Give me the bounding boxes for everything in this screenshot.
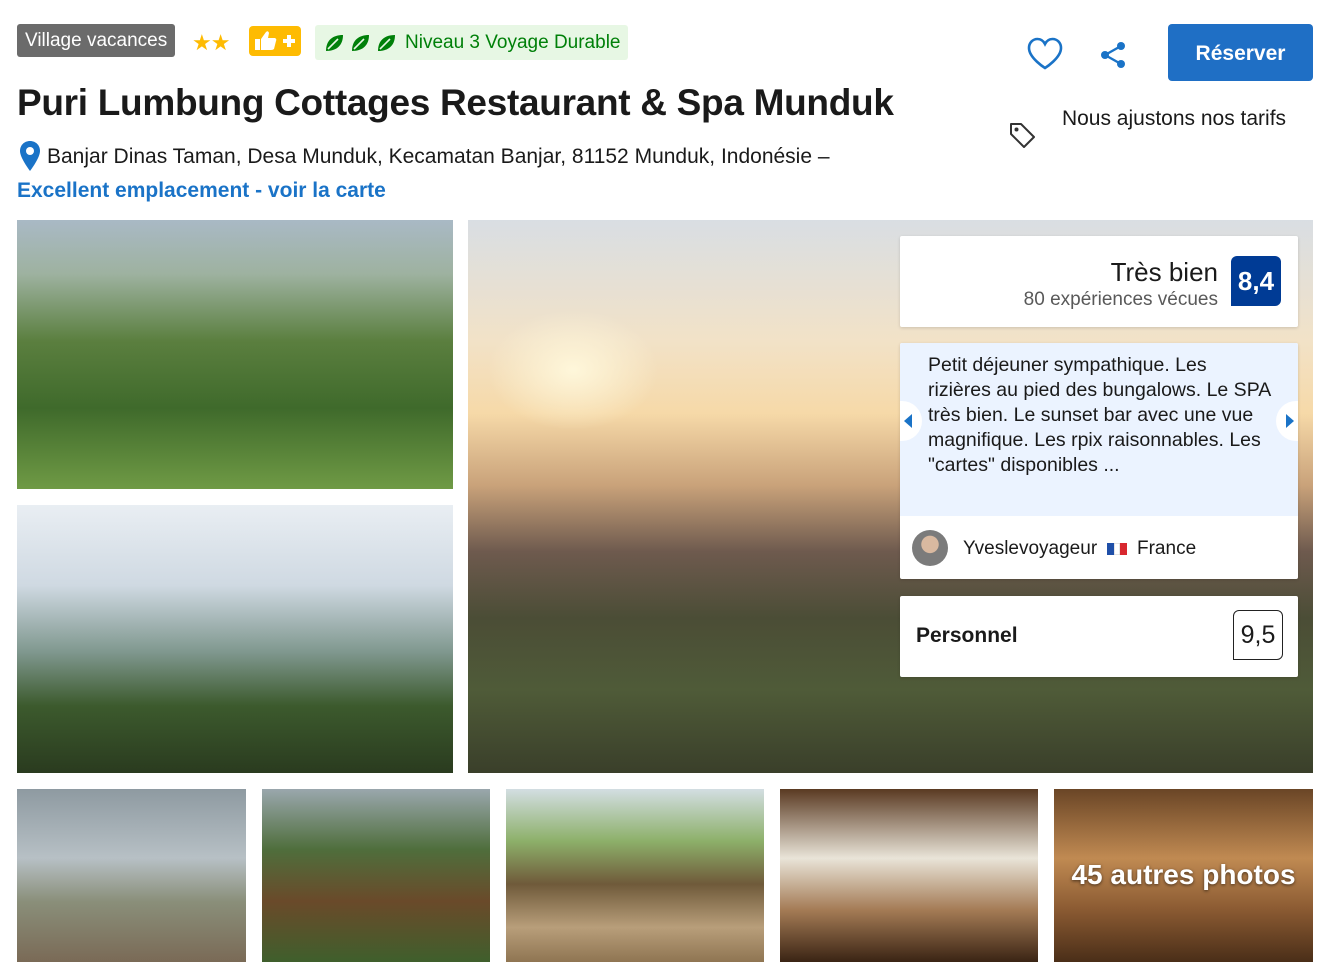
property-type-badge: Village vacances xyxy=(17,24,176,57)
category-score: 9,5 xyxy=(1233,610,1283,660)
reviewer-country: France xyxy=(1137,538,1197,559)
reviewer-name: Yveslevoyageur xyxy=(963,538,1098,559)
review-score-card[interactable]: Très bien 80 expériences vécues 8,4 xyxy=(900,236,1298,327)
next-review-button[interactable] xyxy=(1276,401,1298,441)
leaf-icon xyxy=(352,34,369,51)
property-address: Banjar Dinas Taman, Desa Munduk, Kecamat… xyxy=(47,145,830,168)
reviewer-info: Yveslevoyageur France xyxy=(900,516,1298,579)
reserve-button[interactable]: Réserver xyxy=(1168,24,1313,81)
review-body: Petit déjeuner sympathique. Les rizières… xyxy=(900,343,1298,516)
score-label: Très bien xyxy=(1110,257,1218,287)
gallery-thumbnail[interactable] xyxy=(506,789,764,962)
sustainability-label: Niveau 3 Voyage Durable xyxy=(405,31,621,53)
guest-review-card: Petit déjeuner sympathique. Les rizières… xyxy=(900,343,1298,579)
heart-icon[interactable] xyxy=(1026,36,1064,72)
gallery-thumbnail[interactable] xyxy=(262,789,490,962)
chevron-right-icon xyxy=(1286,414,1294,428)
more-photos-label: 45 autres photos xyxy=(1071,859,1296,890)
avatar xyxy=(912,530,948,566)
sunset-glow xyxy=(488,310,658,430)
category-label: Personnel xyxy=(916,624,1018,647)
page-title: Puri Lumbung Cottages Restaurant & Spa M… xyxy=(17,82,894,123)
review-text: Petit déjeuner sympathique. Les rizières… xyxy=(928,354,1271,476)
review-count: 80 expériences vécues xyxy=(1023,289,1218,310)
gallery-thumbnail[interactable] xyxy=(780,789,1038,962)
show-map-link[interactable]: Excellent emplacement - voir la carte xyxy=(17,179,386,203)
sustainability-badge[interactable]: Niveau 3 Voyage Durable xyxy=(315,25,629,60)
preferred-partner-badge[interactable] xyxy=(249,26,301,56)
price-tag-icon xyxy=(1010,123,1035,148)
category-score-card: Personnel 9,5 xyxy=(900,596,1298,677)
gallery-photo[interactable] xyxy=(17,505,453,773)
france-flag-icon xyxy=(1107,543,1128,555)
gallery-thumbnail[interactable] xyxy=(17,789,246,962)
previous-review-button[interactable] xyxy=(900,401,922,441)
gallery-photo[interactable] xyxy=(17,220,453,489)
share-icon[interactable] xyxy=(1098,40,1128,70)
leaf-icon xyxy=(378,34,395,51)
map-pin-icon xyxy=(20,141,40,171)
review-score-badge: 8,4 xyxy=(1231,256,1281,306)
price-adjust-note: Nous ajustons nos tarifs xyxy=(1061,107,1287,130)
chevron-left-icon xyxy=(904,414,912,428)
leaf-icon xyxy=(326,34,343,51)
thumbs-up-plus-icon xyxy=(255,31,295,50)
star-rating: ★★ xyxy=(192,30,230,55)
more-photos-thumbnail[interactable]: 45 autres photos xyxy=(1054,789,1313,962)
